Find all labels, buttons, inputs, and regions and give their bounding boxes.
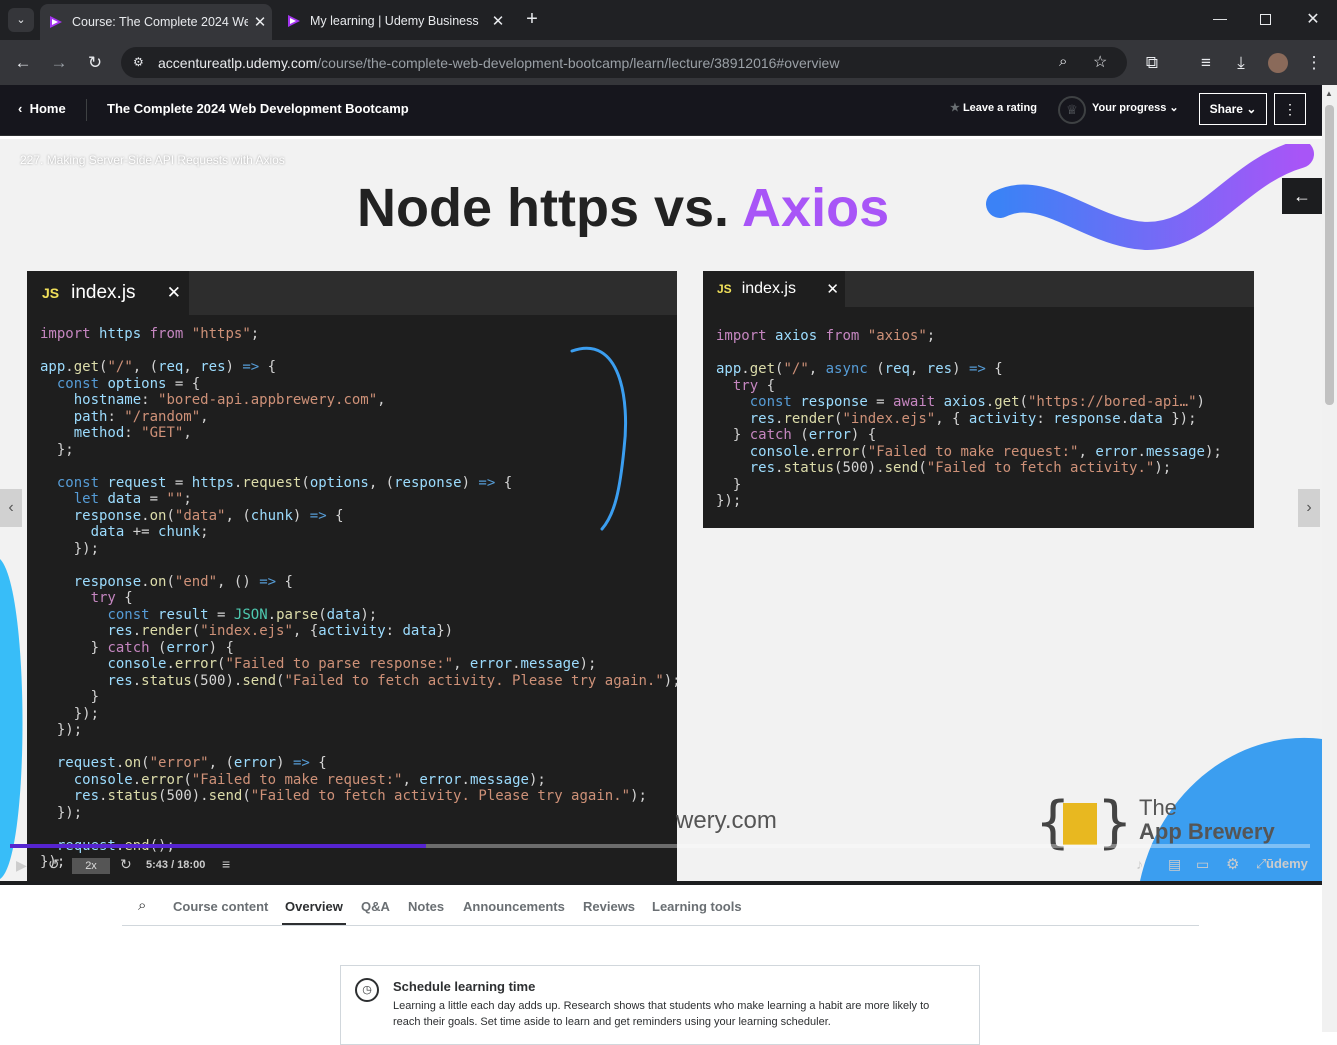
watermark-text: wery.com (676, 807, 777, 834)
video-player[interactable]: 227. Making Server-Side API Requests wit… (0, 139, 1322, 881)
time-display: 5:43 / 18:00 (146, 859, 206, 871)
extensions-icon[interactable]: ⧉ (1141, 52, 1163, 74)
leave-rating-button[interactable]: ★ Leave a rating (950, 101, 1037, 114)
brand-line2: App Brewery (1139, 819, 1275, 844)
reading-list-icon[interactable]: ≡ (1195, 52, 1217, 74)
captions-icon[interactable]: ▭ (1196, 856, 1209, 873)
annotation-bracket (570, 346, 628, 531)
next-lecture-button[interactable]: › (1298, 489, 1320, 527)
forward-icon[interactable]: ↻ (120, 856, 132, 873)
close-tab-icon[interactable]: ✕ (486, 12, 510, 30)
decorative-wave (986, 144, 1314, 250)
tab-course-content[interactable]: Course content (173, 899, 268, 914)
close-file-icon: ✕ (826, 281, 839, 298)
file-name: index.js (741, 280, 796, 297)
schedule-title: Schedule learning time (393, 979, 536, 994)
editor-tab-bar: JS index.js ✕ (703, 271, 1254, 307)
progress-trophy-icon[interactable]: ♕ (1058, 96, 1086, 124)
address-bar[interactable]: ⚙ accentureatlp.udemy.com/course/the-com… (121, 47, 1127, 78)
editor-file-tab: JS index.js ✕ (703, 271, 845, 307)
your-progress-button[interactable]: Your progress ⌄ (1092, 101, 1179, 114)
minimize-button[interactable]: — (1210, 10, 1230, 30)
seek-bar[interactable] (10, 844, 1310, 848)
search-icon[interactable]: ⌕ (138, 897, 146, 914)
tab-notes[interactable]: Notes (408, 899, 444, 914)
site-info-icon[interactable]: ⚙ (133, 55, 149, 71)
forward-icon[interactable]: → (48, 52, 70, 74)
tab-title: My learning | Udemy Business (310, 14, 479, 28)
code-panel-axios: JS index.js ✕ import axios from "axios";… (703, 271, 1254, 528)
home-link[interactable]: ‹ Home (18, 101, 66, 116)
course-title: The Complete 2024 Web Development Bootca… (107, 101, 409, 116)
tab-list-dropdown-icon[interactable]: ⌄ (8, 8, 34, 32)
play-icon[interactable]: ▶ (16, 857, 27, 874)
editor-tab-bar: JS index.js ✕ (27, 271, 677, 315)
tab-reviews[interactable]: Reviews (583, 899, 635, 914)
lecture-title: 227. Making Server-Side API Requests wit… (20, 153, 285, 167)
code-block-axios: import axios from "axios"; app.get("/", … (716, 328, 1222, 509)
udemy-favicon-icon (286, 13, 302, 29)
prev-lecture-button[interactable]: ‹ (0, 489, 22, 527)
rewind-icon[interactable]: ↺ (48, 856, 60, 873)
js-file-icon: JS (42, 285, 60, 301)
star-icon: ★ (950, 102, 960, 114)
close-file-icon: ✕ (166, 283, 181, 302)
close-tab-icon[interactable]: ✕ (248, 13, 272, 31)
udemy-favicon-icon (48, 14, 64, 30)
seek-bar-fill (10, 844, 426, 848)
transcript-icon[interactable]: ▤ (1168, 856, 1181, 873)
browser-tab-course[interactable]: Course: The Complete 2024 We ✕ (40, 4, 272, 40)
slide-title: Node https vs. Axios (357, 178, 890, 238)
tab-learning-tools[interactable]: Learning tools (652, 899, 742, 914)
header-divider (86, 99, 87, 121)
course-tabs: ⌕ Course content Overview Q&A Notes Anno… (122, 885, 1199, 926)
page-scrollbar[interactable]: ▲ (1322, 85, 1337, 1032)
reload-icon[interactable]: ↻ (84, 52, 106, 74)
alarm-clock-icon: ◷ (355, 978, 379, 1002)
course-header: ‹ Home The Complete 2024 Web Development… (0, 85, 1322, 136)
player-controls: ▶ ↺ 2x ↻ 5:43 / 18:00 ≡ ♪ ▤ ▭ ⚙ ⤢ ūdemy (0, 851, 1322, 881)
settings-gear-icon[interactable]: ⚙ (1226, 855, 1239, 873)
udemy-logo: ūdemy (1266, 856, 1308, 871)
decorative-blob-left (0, 559, 23, 879)
file-name: index.js (71, 282, 136, 303)
collapse-sidebar-button[interactable]: ← (1282, 178, 1322, 214)
back-icon[interactable]: ← (12, 52, 34, 74)
brand-line1: The (1139, 795, 1177, 820)
scrollbar-thumb[interactable] (1325, 105, 1334, 405)
tab-overview[interactable]: Overview (285, 899, 343, 914)
js-file-icon: JS (717, 282, 732, 296)
schedule-description: Learning a little each day adds up. Rese… (393, 1000, 930, 1028)
fullscreen-icon[interactable]: ⤢ (1256, 856, 1266, 872)
new-tab-button[interactable]: + (520, 8, 544, 32)
profile-avatar[interactable] (1268, 53, 1288, 73)
tab-qa[interactable]: Q&A (361, 899, 390, 914)
share-button[interactable]: Share ⌄ (1199, 93, 1267, 125)
tab-title: Course: The Complete 2024 We (72, 15, 248, 29)
editor-file-tab: JS index.js ✕ (27, 271, 189, 315)
tab-announcements[interactable]: Announcements (463, 899, 565, 914)
active-tab-underline (282, 923, 346, 925)
bookmark-star-icon[interactable]: ☆ (1093, 52, 1107, 72)
playback-speed-button[interactable]: 2x (72, 858, 110, 874)
browser-tab-my-learning[interactable]: My learning | Udemy Business ✕ (278, 6, 510, 36)
browser-toolbar: ← → ↻ ⚙ accentureatlp.udemy.com/course/t… (0, 40, 1337, 85)
schedule-learning-card: ◷ Schedule learning time Learning a litt… (340, 965, 980, 1045)
close-window-button[interactable]: ✕ (1303, 9, 1323, 29)
chrome-menu-icon[interactable]: ⋮ (1303, 52, 1325, 74)
notes-icon[interactable]: ≡ (222, 856, 230, 872)
downloads-icon[interactable]: ⤓ (1230, 52, 1252, 74)
volume-icon[interactable]: ♪ (1136, 856, 1143, 872)
more-options-button[interactable]: ⋮ (1274, 93, 1306, 125)
zoom-icon[interactable]: ⌕ (1059, 53, 1067, 70)
url-text: accentureatlp.udemy.com/course/the-compl… (158, 54, 840, 71)
browser-tab-bar: ⌄ Course: The Complete 2024 We ✕ My lear… (0, 0, 1337, 40)
scroll-up-icon[interactable]: ▲ (1325, 89, 1333, 98)
maximize-button[interactable] (1258, 12, 1274, 28)
